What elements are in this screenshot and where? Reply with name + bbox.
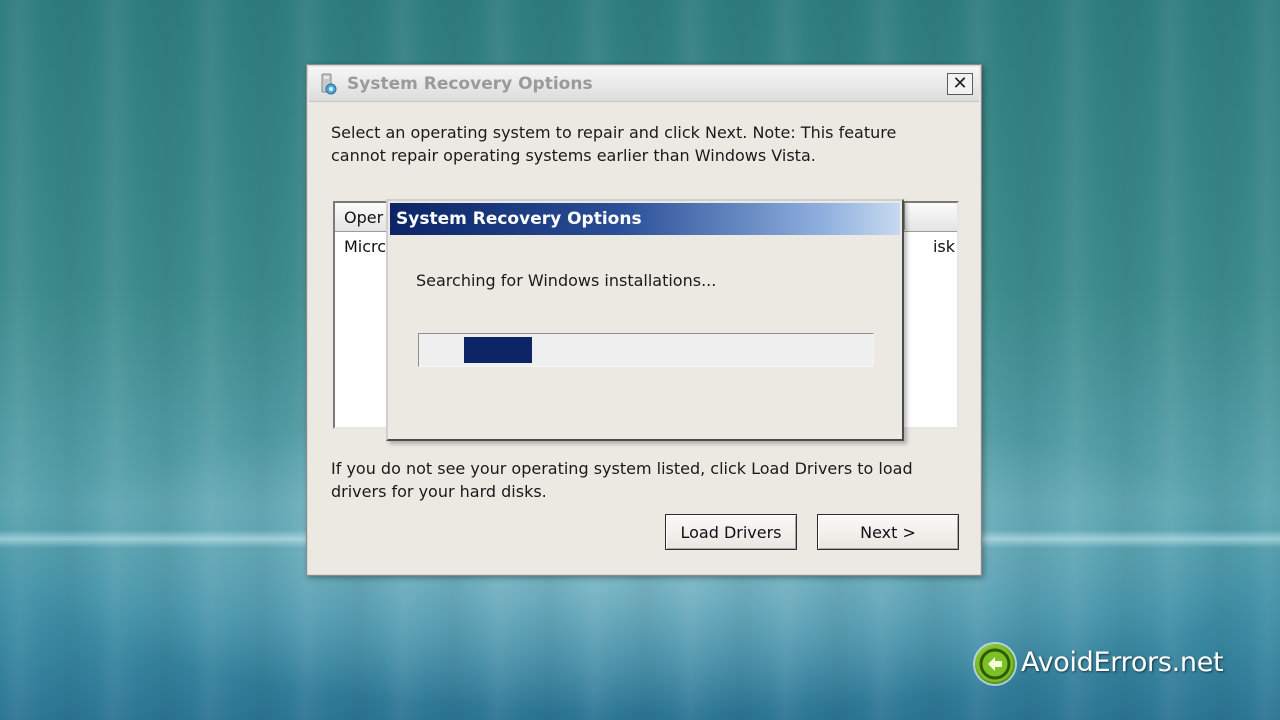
load-drivers-button[interactable]: Load Drivers bbox=[665, 514, 797, 550]
close-button[interactable]: ✕ bbox=[947, 73, 973, 95]
avoiderrors-logo-icon bbox=[975, 644, 1015, 684]
close-icon: ✕ bbox=[952, 73, 968, 94]
watermark: AvoidErrors.net bbox=[975, 642, 1235, 688]
os-name-cell: Micrc bbox=[344, 237, 387, 256]
os-location-cell: isk bbox=[932, 237, 955, 256]
instruction-text: Select an operating system to repair and… bbox=[331, 123, 897, 165]
progress-bar bbox=[418, 333, 874, 367]
load-drivers-hint: If you do not see your operating system … bbox=[331, 459, 913, 501]
dialog-title: System Recovery Options bbox=[347, 74, 593, 94]
watermark-text: AvoidErrors.net bbox=[1021, 647, 1224, 678]
next-button[interactable]: Next > bbox=[817, 514, 959, 550]
column-header-location[interactable] bbox=[904, 203, 957, 230]
progress-dialog-titlebar: System Recovery Options bbox=[390, 203, 900, 235]
searching-progress-dialog: System Recovery Options Searching for Wi… bbox=[386, 199, 904, 441]
progress-bar-marquee-block bbox=[464, 337, 532, 363]
recovery-app-icon bbox=[321, 73, 337, 95]
progress-dialog-title: System Recovery Options bbox=[396, 209, 642, 229]
progress-message: Searching for Windows installations... bbox=[416, 271, 717, 290]
dialog-titlebar: System Recovery Options ✕ bbox=[309, 67, 979, 102]
column-header-os[interactable]: Oper bbox=[344, 208, 383, 227]
